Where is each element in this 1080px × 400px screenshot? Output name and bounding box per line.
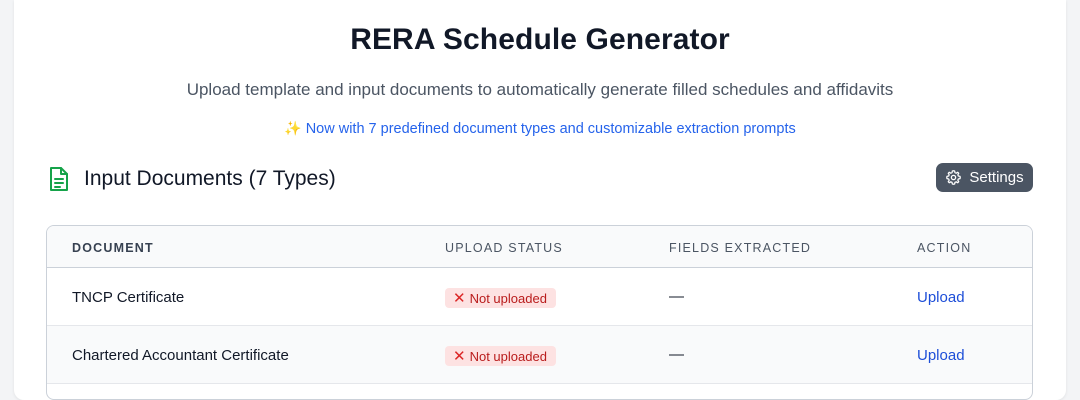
upload-link[interactable]: Upload [917, 347, 965, 364]
page-subtitle: Upload template and input documents to a… [186, 80, 894, 99]
table-header: DOCUMENT UPLOAD STATUS FIELDS EXTRACTED … [47, 226, 1032, 268]
status-text: Not uploaded [469, 290, 547, 306]
status-text: Not uploaded [469, 348, 547, 364]
column-header-fields-extracted: FIELDS EXTRACTED [669, 241, 812, 255]
promo-banner: ✨ Now with 7 predefined document types an… [14, 120, 1066, 137]
gear-icon [946, 170, 962, 185]
settings-label: Settings [969, 169, 1024, 186]
page-title: RERA Schedule Generator [350, 23, 730, 56]
status-badge: ✕ Not uploaded [445, 346, 556, 366]
close-icon: ✕ [453, 289, 466, 307]
column-header-action: ACTION [917, 241, 972, 255]
table-row: TNCP Certificate ✕ Not uploaded — Upload [47, 268, 1032, 326]
documents-table: DOCUMENT UPLOAD STATUS FIELDS EXTRACTED … [46, 225, 1033, 400]
table-row: Chartered Accountant Certificate ✕ Not u… [47, 326, 1032, 384]
promo-text: Now with 7 predefined document types and… [305, 121, 796, 137]
upload-link[interactable]: Upload [917, 289, 965, 306]
fields-extracted: — [669, 346, 684, 363]
column-header-upload-status: UPLOAD STATUS [445, 241, 563, 255]
document-name: TNCP Certificate [72, 289, 185, 306]
fields-extracted: — [669, 288, 684, 305]
column-header-document: DOCUMENT [72, 241, 154, 255]
sparkles-icon: ✨ [284, 120, 302, 136]
document-icon [50, 167, 68, 191]
settings-button[interactable]: Settings [936, 163, 1033, 192]
status-badge: ✕ Not uploaded [445, 288, 556, 308]
document-name: Chartered Accountant Certificate [72, 347, 289, 364]
section-title: Input Documents (7 Types) [84, 167, 336, 190]
section-header: Input Documents (7 Types) [48, 164, 336, 194]
main-card: RERA Schedule Generator Upload template … [14, 0, 1066, 400]
close-icon: ✕ [453, 347, 466, 365]
